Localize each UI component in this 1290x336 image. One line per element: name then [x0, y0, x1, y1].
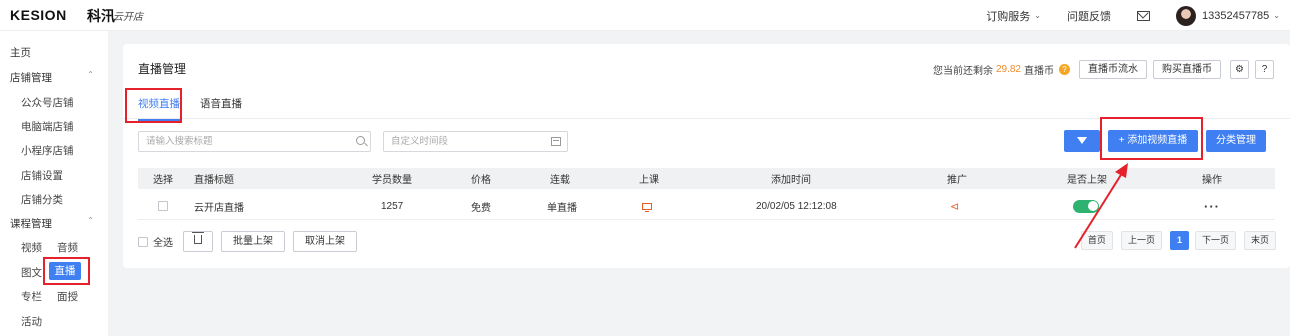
- arrow-line: [1074, 169, 1125, 249]
- page-bottom: [108, 322, 1290, 336]
- annotation-arrow: [1074, 163, 1128, 249]
